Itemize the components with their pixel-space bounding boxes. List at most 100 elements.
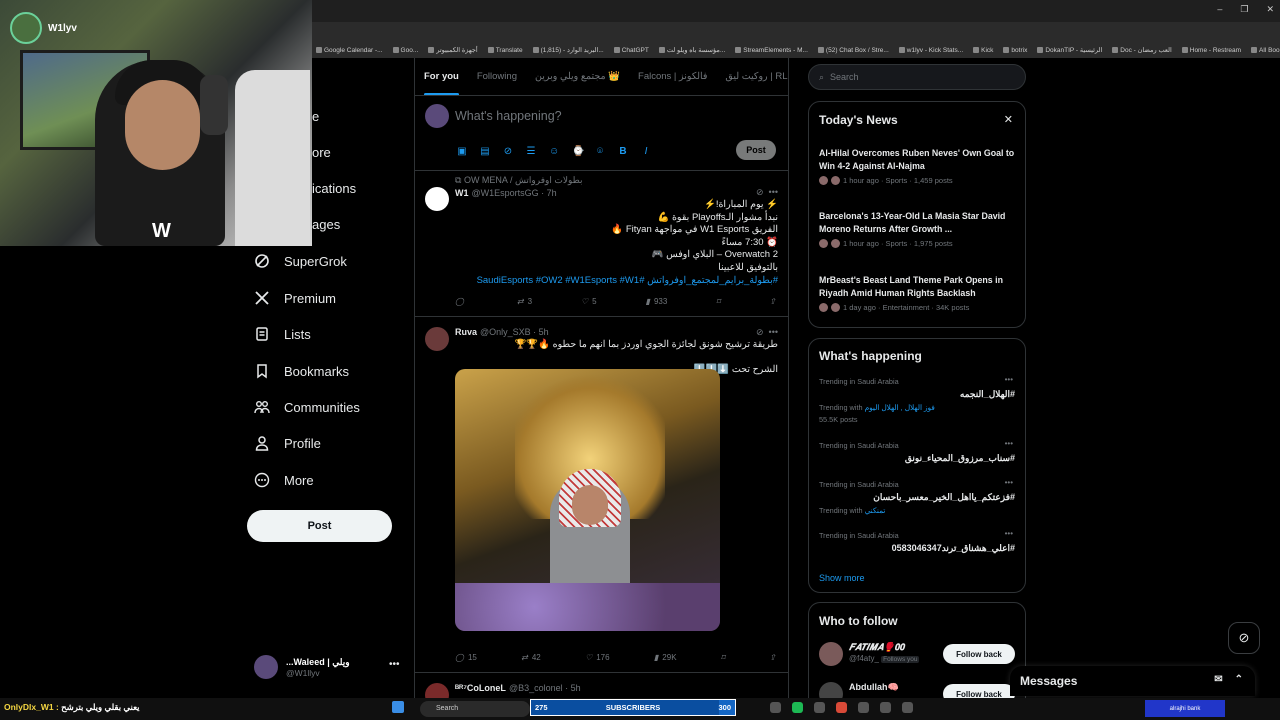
messages-drawer[interactable]: Messages ✉ ⌃ — [1010, 666, 1255, 696]
retweet-button[interactable]: ⇄ 3 — [517, 297, 532, 306]
bold-icon[interactable]: B — [618, 146, 628, 157]
bookmark-item[interactable]: Home - Restream — [1181, 47, 1241, 54]
grok-icon[interactable]: ⊘ — [756, 187, 764, 197]
maximize-icon[interactable]: ❐ — [1240, 4, 1248, 15]
bookmark-item[interactable]: DokanTIP - الرئيسية — [1037, 46, 1102, 54]
gif-icon[interactable]: ▤ — [480, 146, 490, 157]
bookmark-item[interactable]: botrix — [1003, 47, 1027, 54]
tab-rocket-league[interactable]: روكيت ليق | RL — [716, 58, 788, 95]
new-message-icon[interactable]: ✉ — [1214, 674, 1222, 685]
tab-community-willy[interactable]: مجتمع ويلي وبرين 👑 — [526, 58, 629, 95]
trend-item[interactable]: ••• Trending in Saudi Arabia #سناب_مرزوق… — [819, 439, 1015, 464]
nav-item-more[interactable]: More — [254, 472, 314, 488]
mail-icon[interactable] — [814, 702, 825, 713]
reply-button[interactable]: ◯ 15 — [455, 653, 477, 662]
news-item[interactable]: MrBeast's Beast Land Theme Park Opens in… — [819, 274, 1015, 312]
location-icon[interactable]: ⌾ — [595, 146, 605, 157]
italic-icon[interactable]: I — [641, 146, 651, 157]
tab-following[interactable]: Following — [468, 58, 526, 95]
nav-item-lists[interactable]: Lists — [254, 326, 311, 342]
bookmark-item[interactable]: w1lyv - Kick Stats... — [898, 47, 963, 54]
search-input[interactable]: ⌕ Search — [808, 64, 1026, 90]
discord-icon[interactable] — [770, 702, 781, 713]
taskbar-search[interactable]: Search — [420, 701, 530, 717]
suggestion-name[interactable]: Abdullah🧠 — [849, 682, 899, 693]
trend-item[interactable]: ••• Trending in Saudi Arabia #اعلي_هشناق… — [819, 529, 1015, 554]
account-switcher[interactable]: ويلي | Waleed... @W1llyv ••• — [254, 655, 400, 679]
trend-item[interactable]: ••• Trending in Saudi Arabia #فزعتكم_ياا… — [819, 478, 1015, 515]
bookmark-item[interactable]: البريد الوارد - (1,815)... — [532, 46, 604, 54]
like-button[interactable]: ♡ 5 — [581, 297, 597, 306]
follow-back-button[interactable]: Follow back — [943, 644, 1015, 664]
bookmark-item[interactable]: StreamElements - M... — [735, 47, 808, 54]
author-handle[interactable]: @W1EsportsGG · 7h — [472, 188, 557, 198]
author-name[interactable]: ᴮᴿ⁷CoLoneL — [455, 683, 506, 693]
more-dots-icon[interactable]: ••• — [1005, 478, 1013, 487]
windows-start-icon[interactable] — [392, 701, 404, 713]
poll-icon[interactable]: ☰ — [526, 146, 536, 157]
bookmark-item[interactable]: ChatGPT — [613, 47, 649, 54]
share-button[interactable]: ⇧ — [769, 653, 776, 662]
show-more-link[interactable]: Show more — [819, 573, 865, 583]
trend-link[interactable]: تمنكني — [865, 506, 886, 515]
nav-item-profile[interactable]: Profile — [254, 435, 321, 451]
avatar[interactable] — [819, 642, 843, 666]
bookmark-item[interactable]: Translate — [487, 47, 523, 54]
app-icon[interactable] — [880, 702, 891, 713]
avatar[interactable] — [425, 327, 449, 351]
nav-item-supergrok[interactable]: SuperGrok — [254, 253, 347, 269]
bookmark-button[interactable]: ⌑ — [721, 653, 725, 662]
emoji-icon[interactable]: ☺ — [549, 146, 559, 157]
schedule-icon[interactable]: ⌚ — [572, 146, 584, 157]
avatar[interactable] — [425, 187, 449, 211]
bookmark-item[interactable]: أجهزة الكمبيوتر — [428, 46, 478, 54]
views-button[interactable]: ▮ 29K — [654, 653, 677, 662]
bookmark-item[interactable]: Kick — [973, 47, 993, 54]
author-handle[interactable]: @Only_SXB · 5h — [480, 327, 549, 337]
more-dots-icon[interactable]: ••• — [769, 327, 778, 337]
bookmark-item[interactable]: Doc - العب رمضان — [1112, 46, 1172, 54]
post-button[interactable]: Post — [247, 510, 392, 542]
follow-suggestion[interactable]: 𝑭𝑨𝑻𝑰𝑴𝑨🥊𝟎𝟎 @f4aty_ Follows you Follow bac… — [819, 640, 1015, 670]
nav-item-communities[interactable]: Communities — [254, 399, 360, 415]
author-handle[interactable]: @B3_colonel · 5h — [509, 683, 581, 693]
nav-item-messages-partial[interactable]: ages — [312, 217, 340, 232]
media-icon[interactable]: ▣ — [457, 146, 467, 157]
nav-item-bookmarks[interactable]: Bookmarks — [254, 363, 349, 379]
tab-for-you[interactable]: For you — [415, 58, 468, 95]
composer-post-button[interactable]: Post — [736, 140, 776, 160]
chrome-icon[interactable] — [836, 702, 847, 713]
grok-floating-button[interactable]: ⊘ — [1228, 622, 1260, 654]
suggestion-name[interactable]: 𝑭𝑨𝑻𝑰𝑴𝑨🥊𝟎𝟎 — [849, 642, 904, 653]
bookmark-item[interactable]: (52) Chat Box / Stre... — [817, 47, 889, 54]
more-dots-icon[interactable]: ••• — [1005, 529, 1013, 538]
app-icon[interactable] — [902, 702, 913, 713]
community-name[interactable]: OW MENA / بطولات اوفرواتش — [464, 175, 583, 185]
grok-icon[interactable]: ⊘ — [503, 146, 513, 157]
close-icon[interactable]: ✕ — [1004, 113, 1013, 126]
tweet-photo[interactable] — [455, 369, 720, 631]
author-name[interactable]: Ruva — [455, 327, 477, 337]
hashtags[interactable]: #بطولة_برايم_لمجتمع_اوفرواتش #SaudiEspor… — [455, 275, 778, 288]
composer-input[interactable]: What's happening? — [455, 109, 562, 123]
like-button[interactable]: ♡ 176 — [585, 653, 610, 662]
trend-item[interactable]: ••• Trending in Saudi Arabia #الهلال_الن… — [819, 375, 1015, 424]
news-item[interactable]: Barcelona's 13-Year-Old La Masia Star Da… — [819, 210, 1015, 248]
trend-link[interactable]: فوز الهلال , الهلال اليوم — [865, 403, 935, 412]
tab-falcons[interactable]: Falcons | فالكونز — [629, 58, 716, 95]
tweet[interactable]: ⧉ OW MENA / بطولات اوفرواتش W1 @W1Esports… — [415, 170, 788, 316]
bookmark-item[interactable]: Google Calendar -... — [316, 47, 383, 54]
author-name[interactable]: W1 — [455, 188, 469, 198]
bookmark-item[interactable]: Goo... — [392, 47, 418, 54]
more-dots-icon[interactable]: ••• — [1005, 375, 1013, 384]
reply-button[interactable]: ◯ — [455, 297, 468, 306]
close-window-icon[interactable]: ✕ — [1266, 4, 1274, 15]
nav-item-notifications-partial[interactable]: ications — [312, 181, 356, 196]
more-dots-icon[interactable]: ••• — [389, 659, 400, 670]
nav-item-premium[interactable]: Premium — [254, 290, 336, 306]
grok-icon[interactable]: ⊘ — [756, 327, 764, 337]
bookmark-item[interactable]: مؤسسة باه ويلو لت... — [658, 46, 725, 54]
tweet[interactable]: Ruva @Only_SXB · 5h ⊘ ••• طريقة ترشيح شون… — [415, 316, 788, 672]
more-dots-icon[interactable]: ••• — [769, 187, 778, 197]
bookmark-button[interactable]: ⌑ — [716, 297, 720, 306]
